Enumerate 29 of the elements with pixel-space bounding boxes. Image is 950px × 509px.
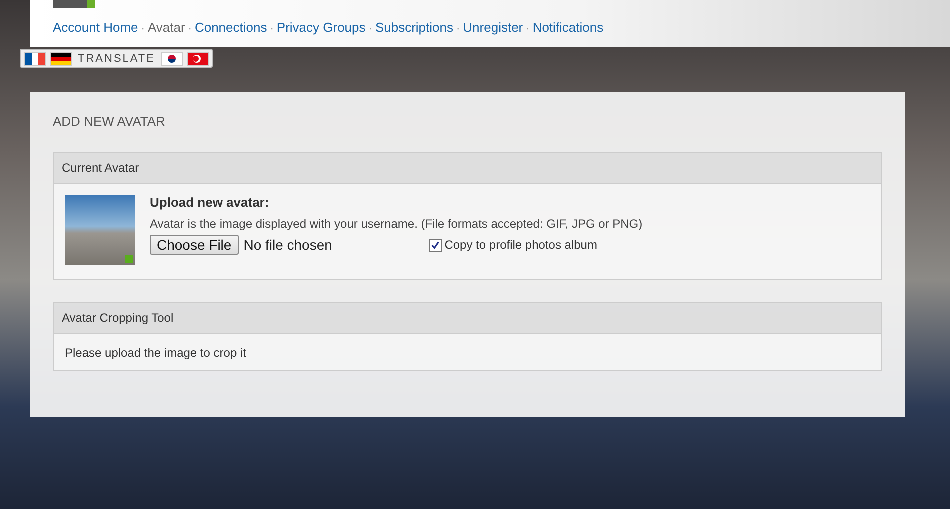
panel-title: ADD NEW AVATAR: [53, 114, 166, 129]
nav-link[interactable]: Unregister: [463, 20, 524, 35]
separator-dot: ·: [456, 23, 460, 35]
avatar-photo: [65, 195, 135, 265]
flag-icon[interactable]: [161, 52, 184, 66]
nav-link[interactable]: Privacy Groups: [276, 20, 366, 35]
nav-link[interactable]: Connections: [194, 20, 268, 35]
checkbox-label[interactable]: Copy to profile photos album: [444, 238, 598, 252]
crop-message: Please upload the image to crop it: [64, 345, 248, 362]
choose-file-button[interactable]: Choose File: [150, 235, 239, 255]
separator-dot: ·: [368, 23, 372, 35]
section-header: Current Avatar: [54, 153, 881, 184]
separator-dot: ·: [270, 23, 274, 35]
file-status: No file chosen: [244, 237, 334, 253]
section-header: Avatar Cropping Tool: [54, 303, 881, 334]
separator-dot: ·: [141, 23, 145, 35]
flag-icon[interactable]: [24, 52, 46, 66]
nav-link[interactable]: Avatar: [148, 20, 186, 35]
avatar-thumbnail: [53, 0, 95, 8]
separator-dot: ·: [526, 23, 530, 35]
flag-icon[interactable]: [50, 52, 72, 66]
nav-link[interactable]: Notifications: [532, 20, 604, 35]
description: Avatar is the image displayed with your username. (File formats accepted: GIF, JPG or PNG): [150, 216, 644, 232]
nav-link[interactable]: Subscriptions: [375, 20, 454, 35]
separator-dot: ·: [188, 23, 192, 35]
translate-label[interactable]: TRANSLATE: [76, 52, 158, 64]
nav-link[interactable]: Account Home: [53, 20, 138, 35]
upload-title: Upload new avatar:: [150, 195, 270, 210]
checkbox[interactable]: [428, 238, 442, 252]
